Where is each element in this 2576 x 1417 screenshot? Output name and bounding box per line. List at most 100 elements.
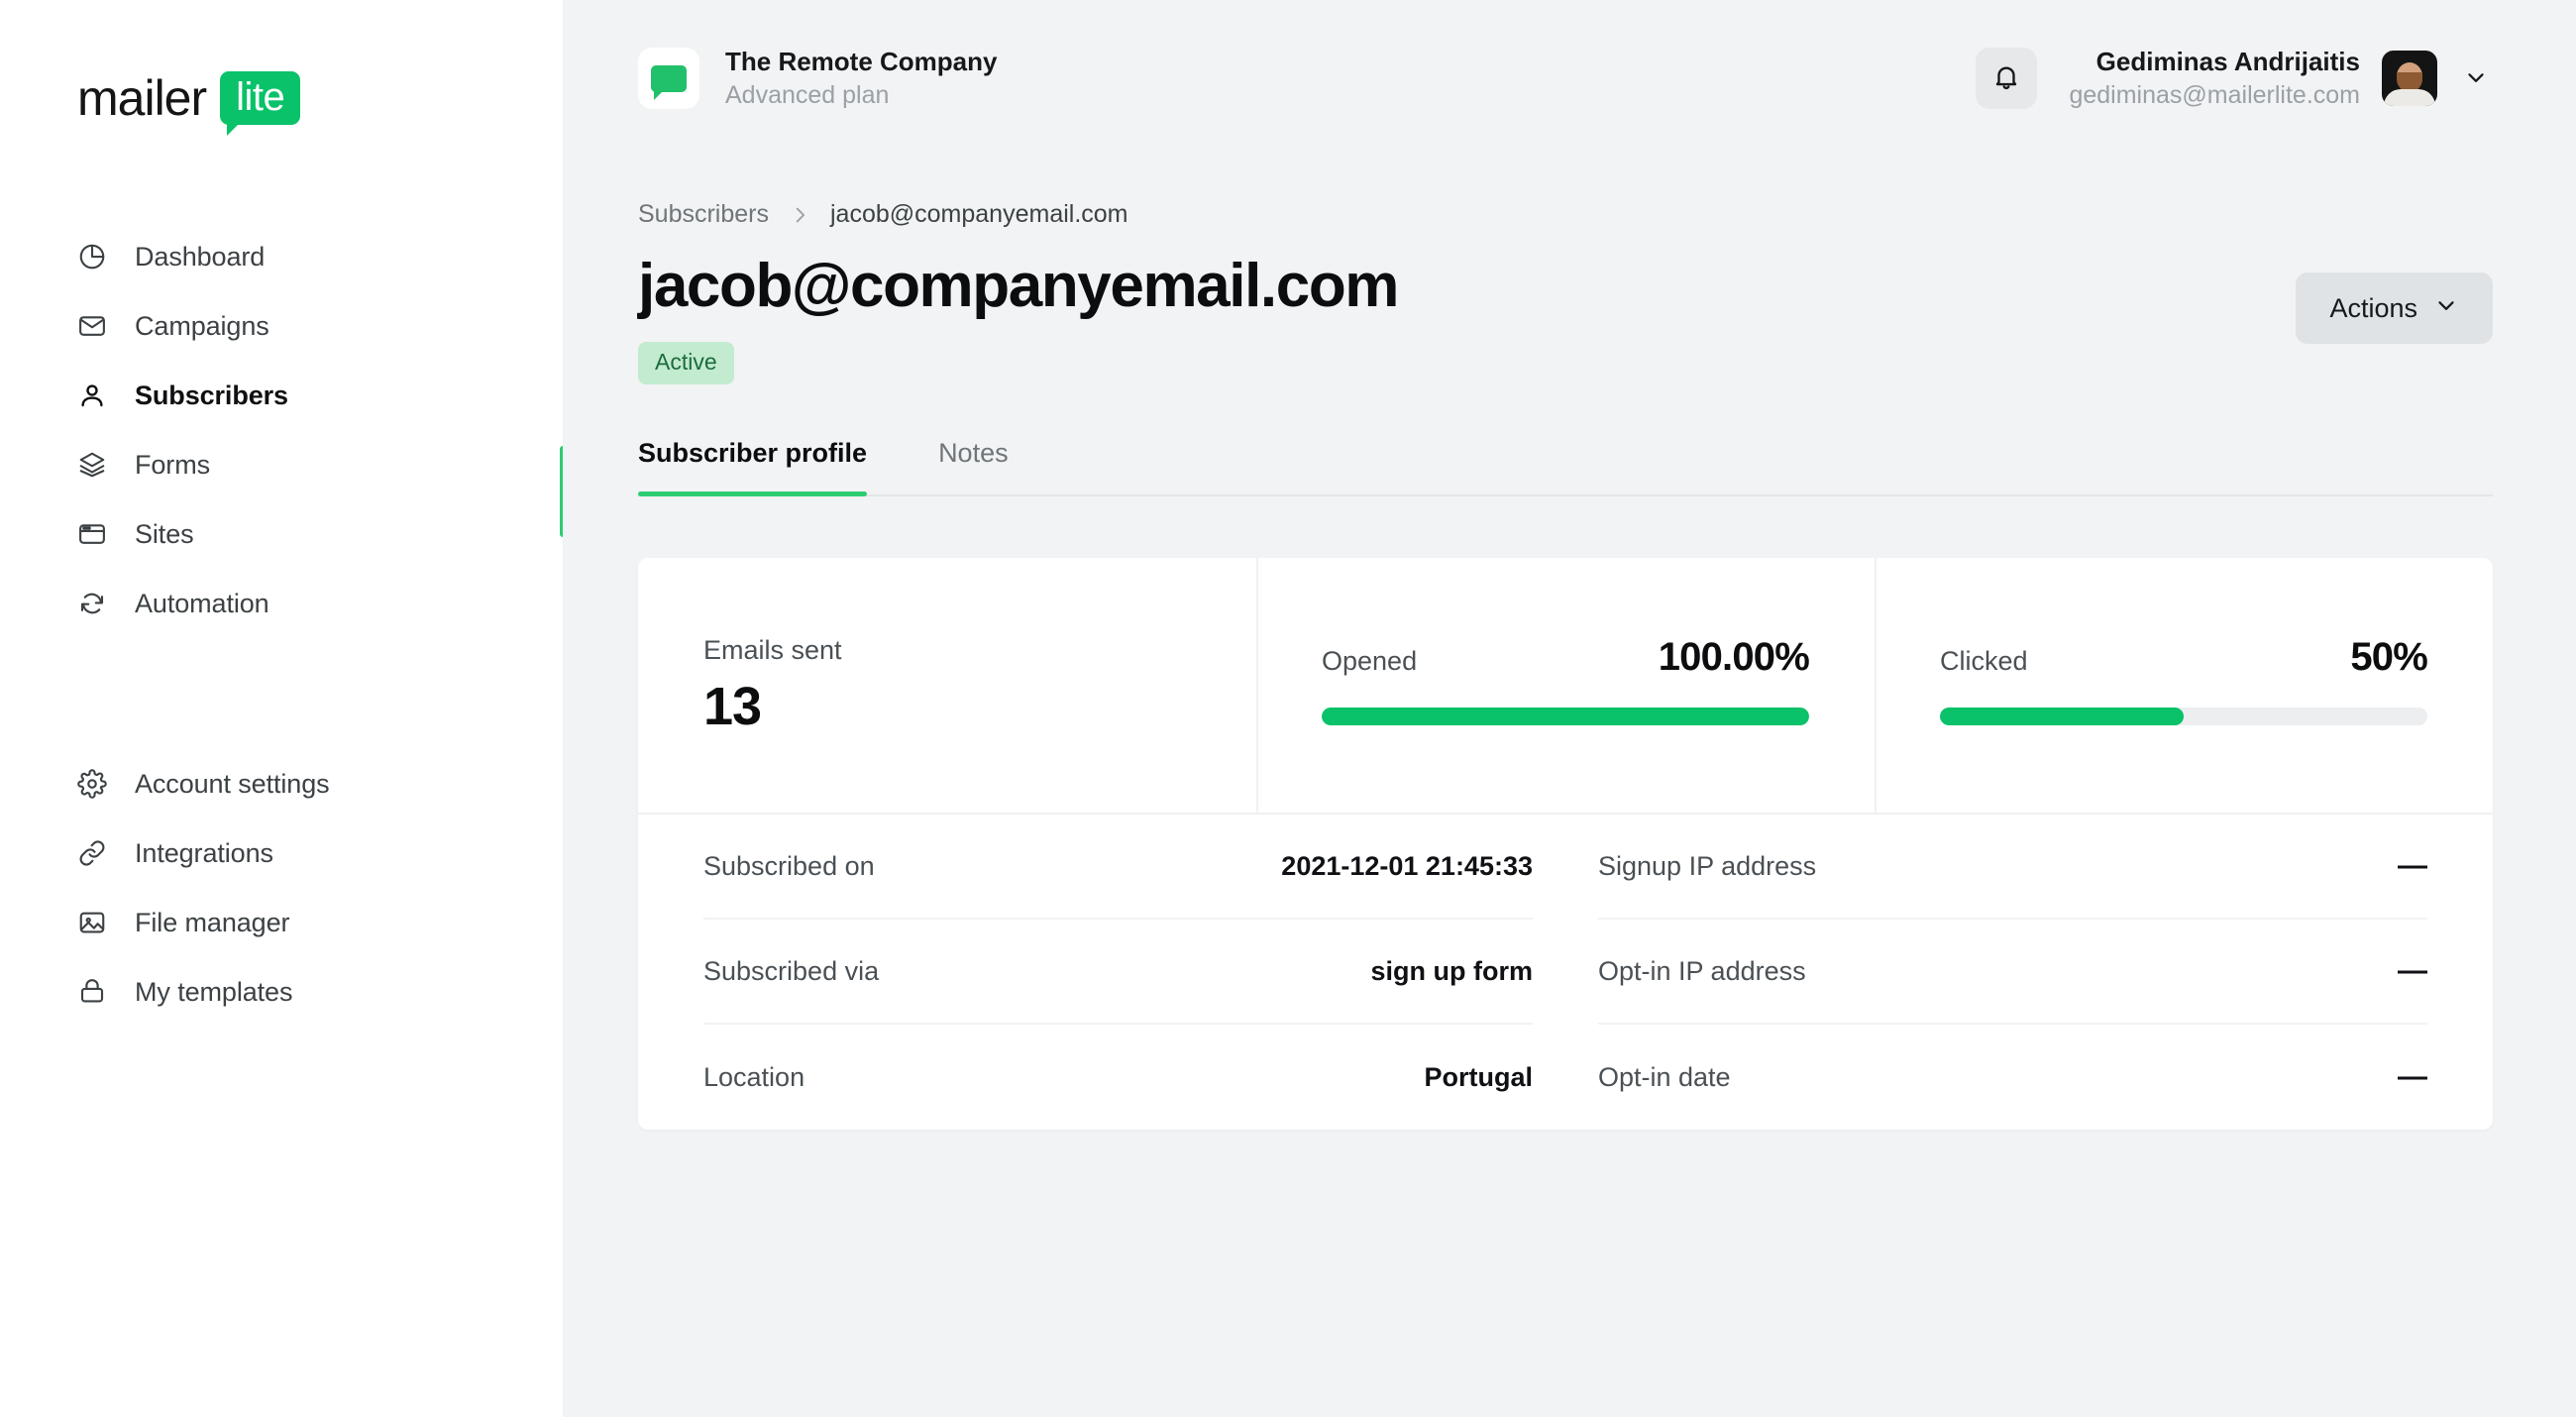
stat-clicked: Clicked 50% (1875, 558, 2493, 814)
stat-value: 100.00% (1658, 635, 1810, 680)
topbar: The Remote Company Advanced plan Gedimin… (563, 0, 2576, 157)
topbar-right: Gediminas Andrijaitis gediminas@mailerli… (1976, 45, 2493, 113)
user-icon (77, 381, 107, 410)
detail-label: Opt-in date (1598, 1061, 1731, 1092)
breadcrumb-current: jacob@companyemail.com (830, 200, 1128, 228)
user-text: Gediminas Andrijaitis gediminas@mailerli… (2069, 45, 2360, 113)
bell-icon (1991, 62, 2021, 95)
sidebar-item-campaigns[interactable]: Campaigns (0, 291, 563, 361)
detail-row-location: Location Portugal (703, 1025, 1533, 1130)
tabs: Subscriber profile Notes (638, 438, 2493, 497)
sidebar-item-label: Account settings (135, 768, 330, 799)
sidebar-item-label: File manager (135, 907, 290, 937)
detail-label: Subscribed on (703, 850, 875, 881)
notifications-button[interactable] (1976, 48, 2038, 109)
sidebar-item-label: Subscribers (135, 380, 288, 410)
account-brand[interactable]: The Remote Company Advanced plan (638, 45, 998, 113)
layers-icon (77, 450, 107, 480)
sidebar-item-label: My templates (135, 976, 293, 1007)
sidebar-item-label: Campaigns (135, 310, 269, 341)
image-icon (77, 908, 107, 937)
sidebar-item-forms[interactable]: Forms (0, 430, 563, 499)
user-menu-chevron-button[interactable] (2459, 60, 2493, 97)
detail-row-subscribed-on: Subscribed on 2021-12-01 21:45:33 (703, 815, 1533, 921)
detail-value: sign up form (1370, 955, 1534, 986)
sidebar-item-file-manager[interactable]: File manager (0, 888, 563, 957)
link-icon (77, 838, 107, 868)
user-email: gediminas@mailerlite.com (2069, 80, 2360, 109)
brand-logo-icon (638, 48, 699, 109)
avatar-body (2384, 89, 2435, 106)
sidebar-item-subscribers[interactable]: Subscribers (0, 361, 563, 430)
page-header-left: jacob@companyemail.com Active (638, 229, 1399, 385)
speech-bubble-icon (651, 64, 687, 100)
sidebar-item-label: Forms (135, 449, 210, 480)
actions-button-label: Actions (2329, 292, 2417, 323)
page-header-row: jacob@companyemail.com Active Actions (638, 229, 2493, 385)
browser-window-icon (77, 519, 107, 549)
brand-name: The Remote Company (725, 46, 998, 76)
detail-row-optin-date: Opt-in date — (1598, 1025, 2427, 1130)
refresh-icon (77, 589, 107, 618)
tab-notes[interactable]: Notes (938, 438, 1009, 494)
clicked-progress-fill (1940, 708, 2184, 726)
main-content: The Remote Company Advanced plan Gedimin… (563, 0, 2576, 1417)
sidebar-item-automation[interactable]: Automation (0, 569, 563, 638)
logo-lite-badge: lite (220, 71, 301, 136)
sidebar-item-label: Automation (135, 588, 269, 618)
stat-emails-sent: Emails sent 13 (638, 558, 1256, 813)
detail-label: Signup IP address (1598, 850, 1817, 881)
detail-label: Location (703, 1061, 805, 1092)
pie-chart-icon (77, 242, 107, 272)
archive-icon (77, 977, 107, 1007)
status-badge: Active (638, 342, 734, 385)
detail-label: Subscribed via (703, 955, 880, 986)
detail-row-signup-ip: Signup IP address — (1598, 815, 2427, 921)
sidebar-item-account-settings[interactable]: Account settings (0, 749, 563, 818)
avatar (2382, 51, 2437, 106)
stat-value: 50% (2350, 635, 2427, 680)
details-left-column: Subscribed on 2021-12-01 21:45:33 Subscr… (703, 815, 1533, 1130)
sidebar-group-secondary: Account settings Integrations File manag… (0, 749, 563, 1027)
page-title: jacob@companyemail.com (638, 252, 1399, 320)
breadcrumb-parent-link[interactable]: Subscribers (638, 200, 769, 229)
detail-value: — (2398, 954, 2427, 988)
detail-value: — (2398, 849, 2427, 883)
details-section: Subscribed on 2021-12-01 21:45:33 Subscr… (638, 815, 2493, 1130)
logo-text: mailer (77, 70, 207, 126)
detail-row-subscribed-via: Subscribed via sign up form (703, 920, 1534, 1026)
sidebar-item-label: Dashboard (135, 241, 266, 272)
user-menu[interactable]: Gediminas Andrijaitis gediminas@mailerli… (2069, 45, 2493, 113)
stat-label: Clicked (1940, 646, 2028, 677)
logo-badge-text: lite (236, 75, 285, 119)
tab-subscriber-profile[interactable]: Subscriber profile (638, 438, 868, 497)
app-root: mailer lite Dashboard Campaigns Subscrib… (0, 0, 2576, 1417)
chevron-down-icon (2433, 292, 2459, 325)
opened-progress-track (1322, 708, 1809, 726)
detail-value: — (2398, 1060, 2427, 1094)
user-name: Gediminas Andrijaitis (2095, 46, 2360, 76)
sidebar-item-integrations[interactable]: Integrations (0, 818, 563, 888)
stat-head: Clicked 50% (1940, 635, 2428, 680)
stat-label: Opened (1322, 646, 1418, 677)
chevron-right-icon (789, 204, 810, 226)
sidebar-item-my-templates[interactable]: My templates (0, 957, 563, 1027)
detail-value: Portugal (1424, 1061, 1533, 1092)
detail-label: Opt-in IP address (1598, 955, 1806, 986)
sidebar-group-primary: Dashboard Campaigns Subscribers Forms Si… (0, 222, 563, 638)
sidebar-item-label: Sites (135, 518, 194, 549)
envelope-icon (77, 311, 107, 341)
brand-plan: Advanced plan (725, 80, 890, 109)
stats-row: Emails sent 13 Opened 100.00% Clicked 50… (638, 558, 2493, 816)
stat-label: Emails sent (703, 635, 842, 666)
breadcrumb: Subscribers jacob@companyemail.com (638, 200, 2493, 229)
mailerlite-logo[interactable]: mailer lite (0, 0, 563, 136)
sidebar-nav: Dashboard Campaigns Subscribers Forms Si… (0, 222, 563, 1027)
sidebar-item-dashboard[interactable]: Dashboard (0, 222, 563, 291)
gear-icon (77, 769, 107, 799)
stat-opened: Opened 100.00% (1256, 558, 1875, 814)
sidebar-item-sites[interactable]: Sites (0, 499, 563, 569)
stat-head: Opened 100.00% (1322, 635, 1810, 680)
page-content: Subscribers jacob@companyemail.com jacob… (563, 200, 2576, 1131)
actions-button[interactable]: Actions (2296, 272, 2493, 344)
